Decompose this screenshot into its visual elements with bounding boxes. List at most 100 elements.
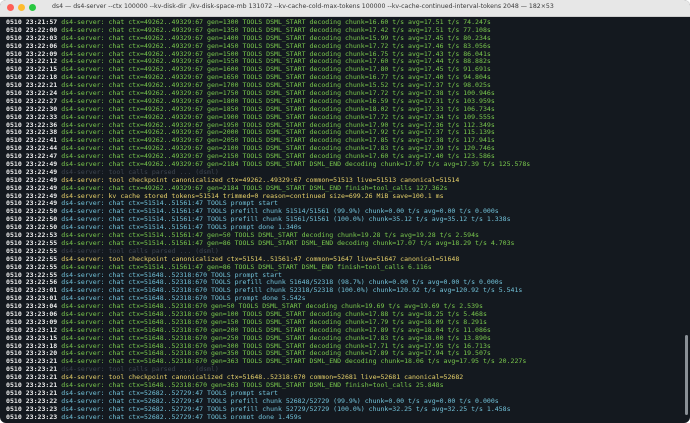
log-message: ds4-server: chat ctx=49262..49329:67 gen…	[57, 112, 495, 121]
log-timestamp: 0510 23:22:49	[6, 160, 58, 169]
log-timestamp: 0510 23:22:27	[6, 96, 58, 105]
log-timestamp: 0510 23:23:23	[6, 412, 58, 419]
log-timestamp: 0510 23:22:47	[6, 152, 58, 161]
log-message: ds4-server: chat ctx=49262..49329:67 gen…	[57, 57, 491, 66]
log-message: ds4-server: chat ctx=49262..49329:67 gen…	[57, 160, 531, 169]
log-timestamp: 0510 23:22:06	[6, 41, 58, 50]
log-message: ds4-server: tool checkpoint canonicalize…	[57, 254, 460, 263]
log-timestamp: 0510 23:22:50	[6, 207, 58, 216]
log-message: ds4-server: chat ctx=49262..49329:67 gen…	[57, 144, 495, 153]
log-message: ds4-server: chat ctx=52682..52729:47 TOO…	[57, 412, 302, 419]
log-message: ds4-server: chat ctx=49262..49329:67 gen…	[57, 136, 495, 145]
log-timestamp: 0510 23:23:20	[6, 349, 58, 358]
log-timestamp: 0510 23:22:21	[6, 81, 58, 90]
minimize-button[interactable]	[18, 4, 25, 11]
log-message: ds4-server: chat ctx=51648..52318:670 TO…	[57, 294, 306, 303]
log-timestamp: 0510 23:22:53	[6, 231, 58, 240]
log-message: ds4-server: chat ctx=51514..51561:47 gen…	[57, 262, 432, 271]
log-message: ds4-server: chat ctx=49262..49329:67 gen…	[57, 96, 495, 105]
log-message: ds4-server: chat ctx=51514..51561:47 TOO…	[57, 223, 302, 232]
window-controls	[7, 4, 36, 11]
log-timestamp: 0510 23:22:49	[6, 199, 58, 208]
log-timestamp: 0510 23:23:21	[6, 365, 58, 374]
log-message: ds4-server: chat ctx=51648..52318:670 TO…	[57, 270, 282, 279]
window-title: ds4 — ds4-server --ctx 100000 --kv-disk-…	[52, 3, 554, 10]
scrollbar[interactable]	[685, 335, 688, 415]
terminal-window: ds4 — ds4-server --ctx 100000 --kv-disk-…	[0, 0, 690, 423]
log-timestamp: 0510 23:23:01	[6, 286, 58, 295]
log-timestamp: 0510 23:22:00	[6, 25, 58, 34]
log-message: ds4-server: chat ctx=49262..49329:67 gen…	[57, 89, 495, 98]
log-message: ds4-server: chat ctx=49262..49329:67 gen…	[57, 65, 491, 74]
log-timestamp: 0510 23:23:04	[6, 302, 58, 311]
log-message: ds4-server: chat ctx=49262..49329:67 gen…	[57, 120, 495, 129]
log-line: 0510 23:23:23 ds4-server: chat ctx=52682…	[6, 412, 676, 419]
log-timestamp: 0510 23:22:50	[6, 215, 58, 224]
log-message: ds4-server: chat ctx=51514..51561:47 TOO…	[57, 207, 499, 216]
log-message: ds4-server: tool checkpoint canonicalize…	[57, 175, 460, 184]
log-message: ds4-server: chat ctx=49262..49329:67 gen…	[57, 152, 495, 161]
log-message: ds4-server: chat ctx=52682..52729:47 TOO…	[57, 404, 511, 413]
log-timestamp: 0510 23:22:24	[6, 89, 58, 98]
log-message: ds4-server: chat ctx=51648..52318:670 TO…	[57, 278, 503, 287]
log-message: ds4-server: chat ctx=49262..49329:67 gen…	[57, 128, 495, 137]
log-timestamp: 0510 23:23:09	[6, 317, 58, 326]
log-message: ds4-server: chat ctx=51514..51561:47 TOO…	[57, 199, 278, 208]
log-message: ds4-server: chat ctx=51648..52318:670 ge…	[57, 380, 444, 389]
log-message: ds4-server: chat ctx=51648..52318:670 ge…	[57, 309, 487, 318]
log-timestamp: 0510 23:22:30	[6, 104, 58, 113]
log-timestamp: 0510 23:22:15	[6, 65, 58, 74]
log-timestamp: 0510 23:22:09	[6, 49, 58, 58]
log-timestamp: 0510 23:22:38	[6, 128, 58, 137]
log-message: ds4-server: chat ctx=49262..49329:67 gen…	[57, 25, 491, 34]
log-timestamp: 0510 23:23:15	[6, 333, 58, 342]
log-timestamp: 0510 23:22:55	[6, 254, 58, 263]
log-message: ds4-server: chat ctx=51648..52318:670 ge…	[57, 317, 487, 326]
log-message: ds4-server: chat ctx=51648..52318:670 ge…	[57, 357, 527, 366]
title-bar[interactable]: ds4 — ds4-server --ctx 100000 --kv-disk-…	[0, 0, 690, 17]
log-message: ds4-server: chat ctx=51648..52318:670 ge…	[57, 333, 491, 342]
log-timestamp: 0510 23:22:18	[6, 73, 58, 82]
terminal-output[interactable]: 0510 23:21:57 ds4-server: chat ctx=49262…	[6, 19, 676, 419]
close-button[interactable]	[7, 4, 14, 11]
log-message: ds4-server: chat ctx=51648..52318:670 TO…	[57, 286, 523, 295]
log-timestamp: 0510 23:23:22	[6, 396, 58, 405]
log-timestamp: 0510 23:22:50	[6, 223, 58, 232]
log-message: ds4-server: chat ctx=52682..52729:47 TOO…	[57, 388, 278, 397]
log-timestamp: 0510 23:22:55	[6, 262, 58, 271]
log-message: ds4-server: chat ctx=49262..49329:67 gen…	[57, 33, 491, 42]
log-message: ds4-server: chat ctx=49262..49329:67 gen…	[57, 81, 491, 90]
log-timestamp: 0510 23:22:03	[6, 33, 58, 42]
log-message: ds4-server: tool calls parsed ... (dsml)	[57, 246, 219, 255]
log-message: ds4-server: chat ctx=49262..49329:67 gen…	[57, 183, 448, 192]
log-timestamp: 0510 23:22:49	[6, 191, 58, 200]
log-timestamp: 0510 23:22:12	[6, 57, 58, 66]
log-message: ds4-server: chat ctx=51648..52318:670 ge…	[57, 349, 491, 358]
log-message: ds4-server: tool checkpoint canonicalize…	[57, 373, 464, 382]
log-message: ds4-server: chat ctx=51648..52318:670 ge…	[57, 302, 483, 311]
log-timestamp: 0510 23:22:33	[6, 112, 58, 121]
log-timestamp: 0510 23:22:44	[6, 144, 58, 153]
log-timestamp: 0510 23:23:18	[6, 341, 58, 350]
log-timestamp: 0510 23:23:21	[6, 388, 58, 397]
log-message: ds4-server: tool calls parsed ... (dsml)	[57, 365, 219, 374]
log-timestamp: 0510 23:22:36	[6, 120, 58, 129]
log-timestamp: 0510 23:22:56	[6, 278, 58, 287]
log-message: ds4-server: chat ctx=49262..49329:67 gen…	[57, 41, 491, 50]
log-timestamp: 0510 23:23:01	[6, 294, 58, 303]
log-timestamp: 0510 23:22:55	[6, 270, 58, 279]
log-timestamp: 0510 23:22:55	[6, 238, 58, 247]
log-timestamp: 0510 23:23:23	[6, 404, 58, 413]
log-timestamp: 0510 23:22:41	[6, 136, 58, 145]
maximize-button[interactable]	[29, 4, 36, 11]
log-timestamp: 0510 23:23:06	[6, 309, 58, 318]
log-timestamp: 0510 23:23:12	[6, 325, 58, 334]
log-message: ds4-server: chat ctx=51648..52318:670 ge…	[57, 325, 491, 334]
log-message: ds4-server: chat ctx=51514..51561:47 TOO…	[57, 215, 511, 224]
log-timestamp: 0510 23:23:21	[6, 357, 58, 366]
log-message: ds4-server: tool calls parsed ... (dsml)	[57, 167, 219, 176]
log-message: ds4-server: chat ctx=51514..51561:47 gen…	[57, 231, 479, 240]
log-timestamp: 0510 23:22:49	[6, 183, 58, 192]
log-timestamp: 0510 23:22:49	[6, 175, 58, 184]
log-message: ds4-server: chat ctx=49262..49329:67 gen…	[57, 73, 491, 82]
